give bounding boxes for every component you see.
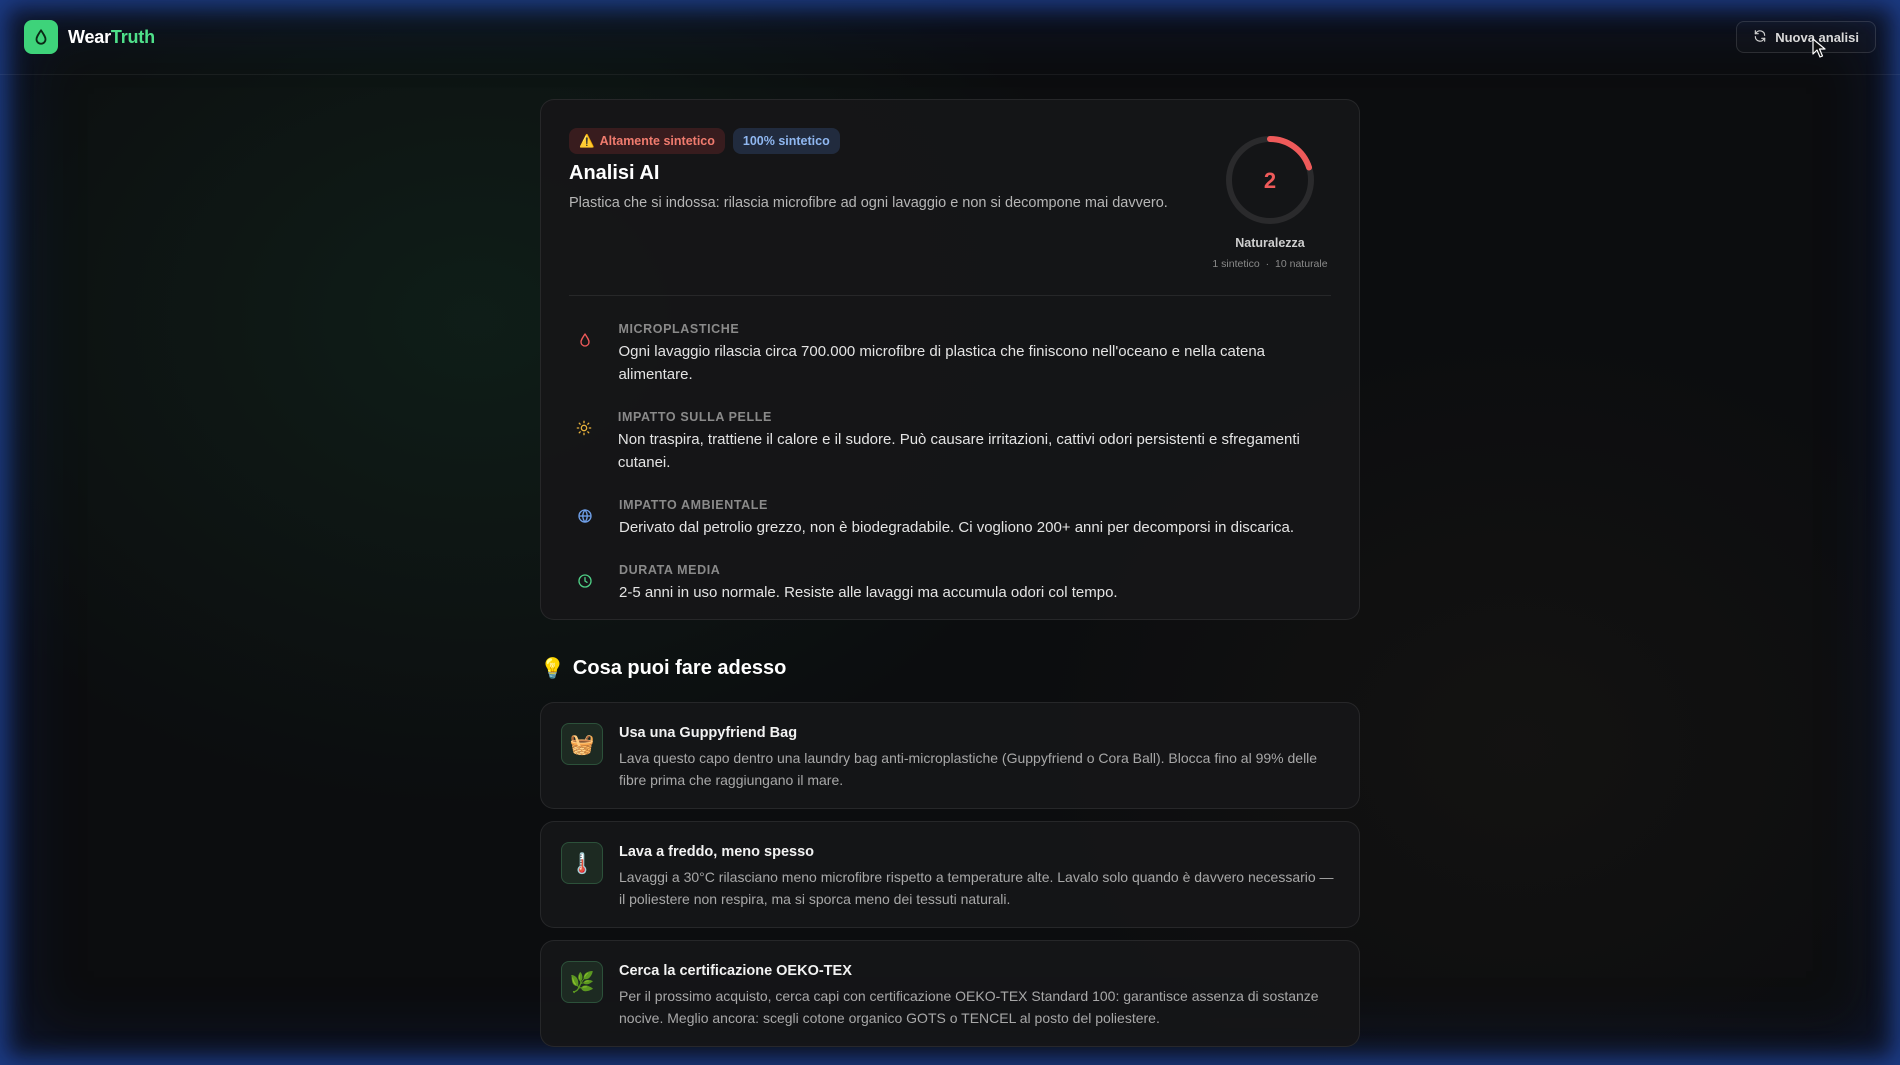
gauge-scale-max: 10 naturale [1275,258,1328,270]
brand[interactable]: WearTruth [24,20,155,54]
synthetic-badge-label: 100% sintetico [742,134,830,148]
fact-item: MICROPLASTICHE Ogni lavaggio rilascia ci… [569,322,1331,386]
sun-icon [569,410,600,474]
tips-section-title: 💡 Cosa puoi fare adesso [540,654,1360,682]
main-content: ⚠️ Altamente sintetico 100% sintetico An… [540,99,1360,1047]
tip-text: Per il prossimo acquisto, cerca capi con… [619,988,1319,1026]
droplet-icon [569,322,600,386]
tips-list: 🧺 Usa una Guppyfriend Bag Lava questo ca… [540,702,1360,1047]
tip-title: Lava a freddo, meno spesso [619,844,815,860]
leaf-icon: 🌿 [561,961,603,1003]
fact-text: Ogni lavaggio rilascia circa 700.000 mic… [618,343,1266,383]
brand-name-suffix: Truth [110,26,155,47]
tip-card[interactable]: 🌡️ Lava a freddo, meno spesso Lavaggi a … [540,821,1360,928]
tips-section-title-text: Cosa puoi fare adesso [572,656,787,679]
gauge-ring: 2 [1226,136,1314,224]
warning-badge-label: Altamente sintetico [599,134,715,148]
thermometer-icon: 🌡️ [561,842,603,884]
gauge-value: 2 [1264,168,1276,193]
fact-text: Non traspira, trattiene il calore e il s… [617,431,1300,471]
gauge-scale: 1 sintetico · 10 naturale [1212,258,1328,270]
gauge-label: Naturalezza [1235,236,1305,250]
app-header: WearTruth Nuova analisi [0,0,1900,75]
fact-item: DURATA MEDIA 2-5 anni in uso normale. Re… [569,563,1331,604]
tip-text: Lavaggi a 30°C rilasciano meno microfibr… [619,869,1334,907]
globe-icon [569,498,601,539]
naturalness-gauge: 2 Naturalezza 1 sintetico · 10 naturale [1209,132,1331,270]
fact-item: IMPATTO AMBIENTALE Derivato dal petrolio… [569,498,1331,539]
tip-title: Cerca la certificazione OEKO-TEX [619,963,852,979]
mouse-cursor-icon [1812,38,1826,63]
warning-icon: ⚠️ [579,133,595,148]
fact-text: Derivato dal petrolio grezzo, non è biod… [619,519,1294,536]
tip-text: Lava questo capo dentro una laundry bag … [619,750,1318,788]
laundry-basket-icon: 🧺 [561,723,603,765]
analysis-card: ⚠️ Altamente sintetico 100% sintetico An… [540,99,1360,620]
facts-list: MICROPLASTICHE Ogni lavaggio rilascia ci… [569,322,1331,628]
fact-text: 2-5 anni in uso normale. Resiste alle la… [619,584,1118,601]
lightbulb-icon: 💡 [540,657,565,680]
fact-item: IMPATTO SULLA PELLE Non traspira, tratti… [569,410,1331,474]
brand-name: WearTruth [68,27,155,48]
droplet-logo-icon [24,20,58,54]
fact-label: IMPATTO SULLA PELLE [617,410,772,424]
synthetic-badge: 100% sintetico [732,128,840,154]
gauge-scale-min: 1 sintetico [1212,258,1260,270]
fact-label: MICROPLASTICHE [618,322,740,336]
fact-label: DURATA MEDIA [619,563,721,577]
clock-icon [569,563,601,604]
tip-card[interactable]: 🌿 Cerca la certificazione OEKO-TEX Per i… [540,940,1360,1047]
tip-title: Usa una Guppyfriend Bag [619,725,798,741]
brand-name-prefix: Wear [68,26,111,47]
new-analysis-button[interactable]: Nuova analisi [1736,21,1876,53]
refresh-icon [1753,29,1767,46]
tip-card[interactable]: 🧺 Usa una Guppyfriend Bag Lava questo ca… [540,702,1360,809]
fact-label: IMPATTO AMBIENTALE [619,498,768,512]
divider [569,295,1331,296]
warning-badge: ⚠️ Altamente sintetico [569,128,725,154]
